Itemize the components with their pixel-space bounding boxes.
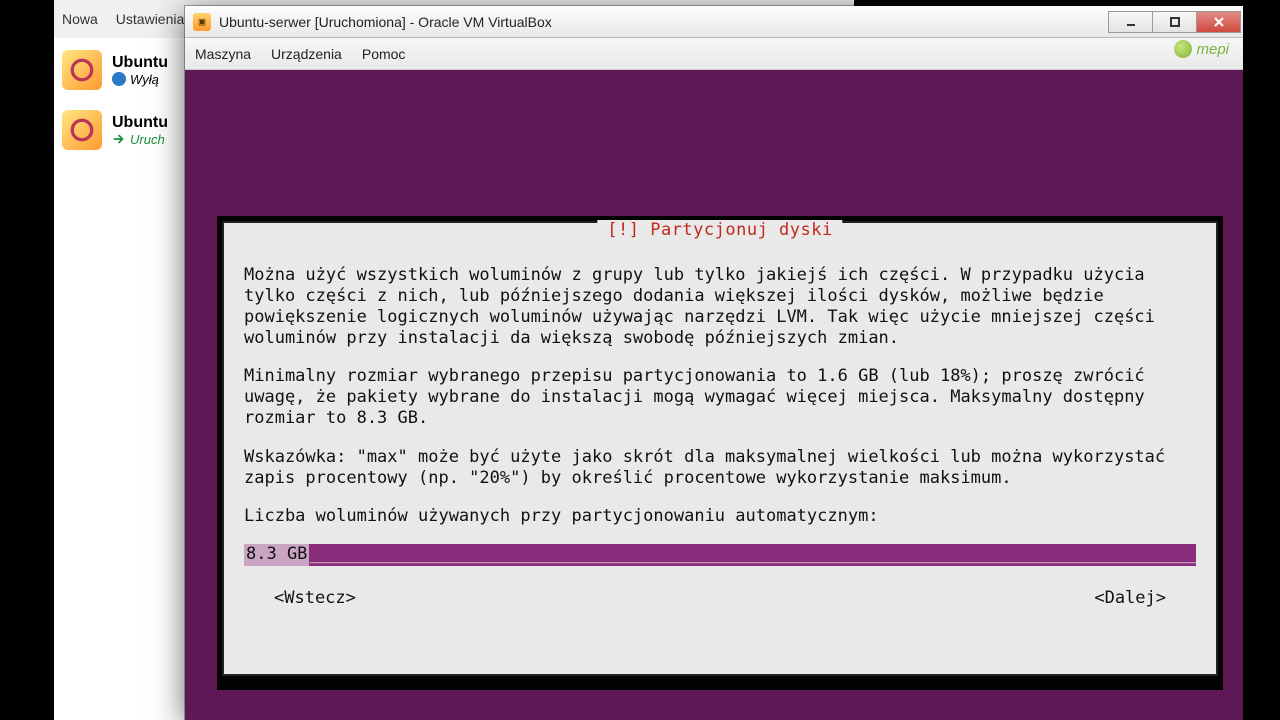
window-title: Ubuntu-serwer [Uruchomiona] - Oracle VM …	[219, 14, 1109, 30]
running-arrow-icon	[112, 132, 126, 146]
close-button[interactable]	[1196, 11, 1241, 33]
menu-urzadzenia[interactable]: Urządzenia	[271, 46, 342, 62]
vm-titlebar[interactable]: ▣ Ubuntu-serwer [Uruchomiona] - Oracle V…	[185, 6, 1243, 38]
vm-state-label: Wyłą	[112, 72, 168, 87]
toolbar-ustawienia[interactable]: Ustawienia	[116, 11, 184, 27]
virtualbox-icon: ▣	[193, 13, 211, 31]
guest-screen: [!] Partycjonuj dyski Można użyć wszystk…	[185, 70, 1243, 720]
vm-os-icon	[62, 110, 102, 150]
dialog-paragraph: Minimalny rozmiar wybranego przepisu par…	[244, 366, 1196, 429]
back-button[interactable]: <Wstecz>	[274, 588, 356, 609]
dialog-title: [!] Partycjonuj dyski	[597, 220, 842, 241]
vm-window: ▣ Ubuntu-serwer [Uruchomiona] - Oracle V…	[185, 6, 1243, 720]
next-button[interactable]: <Dalej>	[1094, 588, 1166, 609]
toolbar-nowa[interactable]: Nowa	[62, 11, 98, 27]
dialog-paragraph: Można użyć wszystkich woluminów z grupy …	[244, 265, 1196, 349]
dialog-prompt: Liczba woluminów używanych przy partycjo…	[244, 506, 1196, 527]
maximize-button[interactable]	[1152, 11, 1197, 33]
power-off-icon	[112, 72, 126, 86]
installer-frame: [!] Partycjonuj dyski Można użyć wszystk…	[217, 216, 1223, 690]
dialog-paragraph: Wskazówka: "max" może być użyte jako skr…	[244, 447, 1196, 489]
minimize-button[interactable]	[1108, 11, 1153, 33]
menu-pomoc[interactable]: Pomoc	[362, 46, 406, 62]
input-fill: ________________________________________…	[309, 544, 1196, 566]
vm-menubar: Maszyna Urządzenia Pomoc mepi	[185, 38, 1243, 70]
vm-state-label: Uruch	[112, 132, 168, 147]
watermark-label: mepi	[1174, 40, 1229, 58]
vm-os-icon	[62, 50, 102, 90]
partition-dialog: [!] Partycjonuj dyski Można użyć wszystk…	[222, 221, 1218, 676]
vm-name-label: Ubuntu	[112, 54, 168, 72]
input-value: 8.3 GB	[244, 544, 309, 566]
watermark-dot-icon	[1174, 40, 1192, 58]
menu-maszyna[interactable]: Maszyna	[195, 46, 251, 62]
volume-size-input[interactable]: 8.3 GB _________________________________…	[244, 544, 1196, 566]
vm-name-label: Ubuntu	[112, 114, 168, 132]
